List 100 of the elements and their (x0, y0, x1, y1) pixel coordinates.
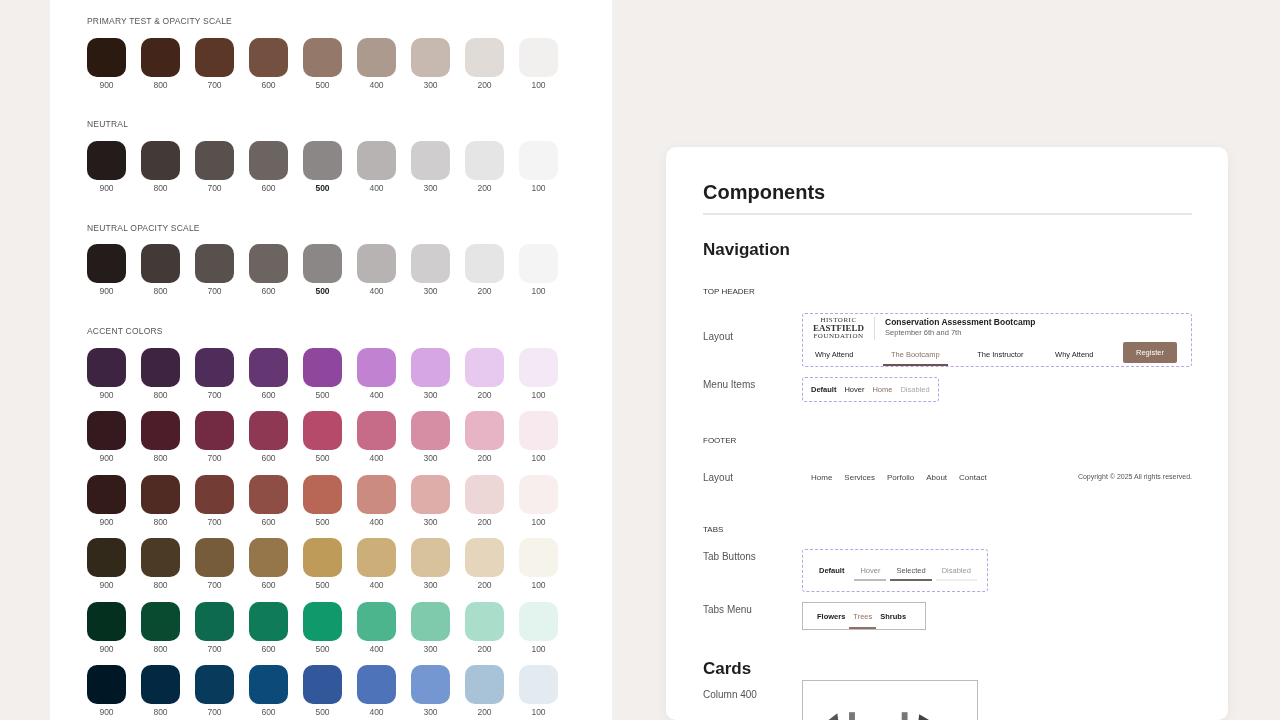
subsection-label: FOOTER (703, 435, 737, 447)
section-heading: Navigation (703, 239, 790, 261)
swatch-label: 800 (153, 390, 168, 399)
subsection-label: TOP HEADER (703, 285, 755, 298)
swatch-label: 100 (531, 644, 546, 653)
swatch-label: 100 (531, 80, 546, 90)
swatch-label: 900 (99, 454, 114, 463)
swatch-label: 600 (261, 287, 276, 296)
swatch-label: 300 (423, 287, 438, 296)
subsection-label: TABS (703, 524, 724, 536)
swatch-label: 600 (261, 517, 276, 526)
swatch-label: 600 (261, 184, 276, 193)
swatch-label: 900 (99, 708, 114, 717)
swatch-label: 400 (369, 644, 384, 653)
swatch-label: 300 (423, 708, 438, 717)
swatch-label: 800 (153, 517, 168, 526)
swatch-label: 100 (531, 287, 546, 296)
swatch-label: 800 (153, 80, 168, 90)
swatch-label: 500 (315, 454, 330, 463)
swatch-label: 900 (99, 517, 114, 526)
swatch-label: 800 (153, 644, 168, 653)
swatch-label: 300 (423, 390, 438, 399)
swatch-label: 400 (369, 184, 384, 193)
section-label: PRIMARY TEST & OPACITY SCALE (87, 15, 232, 28)
swatch-label: 700 (207, 454, 222, 463)
swatch-label: 100 (531, 581, 546, 590)
swatch-label: 900 (99, 390, 114, 399)
swatch-label: 400 (369, 390, 384, 399)
swatch-label: 200 (477, 184, 492, 193)
swatch-label: 400 (369, 581, 384, 590)
swatch-label: 800 (153, 581, 168, 590)
swatch-label: 500 (315, 644, 330, 653)
swatch-label: 600 (261, 454, 276, 463)
row-label: Layout (703, 329, 735, 344)
swatch-label: 200 (477, 644, 492, 653)
swatch-label: 100 (531, 184, 546, 193)
swatch-label: 200 (477, 390, 492, 399)
swatch-label: 400 (369, 454, 384, 463)
row-label: Tab Buttons (703, 550, 757, 564)
swatch-label: 900 (99, 287, 114, 296)
swatch-label: 700 (207, 708, 222, 717)
swatch-label: 700 (207, 517, 222, 526)
row-label: Layout (703, 471, 735, 485)
swatch-label: 700 (207, 287, 222, 296)
swatch-label: 800 (153, 287, 168, 296)
section-heading: Cards (703, 657, 752, 680)
swatch-label: 300 (423, 581, 438, 590)
swatch-label: 800 (153, 454, 168, 463)
swatch-label: 600 (261, 581, 276, 590)
section-label: NEUTRAL OPACITY SCALE (87, 221, 200, 235)
swatch-label: 200 (477, 708, 492, 717)
swatch-label: 900 (99, 80, 114, 90)
swatch-label: 200 (477, 581, 492, 590)
swatch-label: 100 (531, 708, 546, 717)
swatch-label: 200 (477, 287, 492, 296)
row-label: Column 400 (703, 688, 758, 702)
footer-link[interactable]: About (926, 471, 948, 484)
event-title: Conservation Assessment Bootcamp (885, 317, 1036, 328)
swatch-label: 100 (531, 390, 546, 399)
swatch-label: 500 (315, 581, 330, 590)
swatch-label: 200 (477, 80, 492, 90)
swatch-label: 700 (207, 581, 222, 590)
swatch-label: 800 (153, 184, 168, 193)
footer-link[interactable]: Contact (959, 471, 987, 484)
swatch-label: 300 (423, 517, 438, 526)
swatch-label: 400 (369, 80, 384, 90)
swatch-label: 600 (261, 644, 276, 653)
page-heading: Components (703, 180, 826, 205)
swatch-label: 900 (99, 644, 114, 653)
section-label: ACCENT COLORS (87, 324, 163, 338)
swatch-label: 200 (477, 454, 492, 463)
footer-link[interactable]: Home (811, 471, 833, 484)
swatch-label: 900 (99, 581, 114, 590)
swatch-label: 500 (315, 708, 330, 717)
swatch-label: 300 (423, 184, 438, 193)
row-label: Tabs Menu (703, 603, 753, 618)
swatch-label: 300 (423, 644, 438, 653)
footer-link[interactable]: Porfolio (887, 471, 915, 484)
swatch-label: 400 (369, 708, 384, 717)
swatch-label: 200 (477, 517, 492, 526)
swatch-label: 300 (423, 80, 438, 90)
swatch-label: 400 (369, 287, 384, 296)
swatch-label: 700 (207, 80, 222, 90)
swatch-label: 700 (207, 390, 222, 399)
swatch-label: 900 (99, 184, 114, 193)
swatch-label: 500 (315, 287, 330, 296)
swatch-label: 500 (315, 80, 330, 90)
swatch-label: 500 (315, 184, 330, 193)
swatch-label: 400 (369, 517, 384, 526)
swatch-label: 500 (315, 517, 330, 526)
swatch-label: 600 (261, 708, 276, 717)
footer-link[interactable]: Services (844, 471, 876, 484)
swatch-label: 100 (531, 517, 546, 526)
swatch-label: 800 (153, 708, 168, 717)
swatch-label: 600 (261, 390, 276, 399)
swatch-label: 300 (423, 454, 438, 463)
swatch-label: 600 (261, 80, 276, 90)
row-label: Menu Items (703, 377, 757, 392)
swatch-label: 500 (315, 390, 330, 399)
swatch-label: 100 (531, 454, 546, 463)
